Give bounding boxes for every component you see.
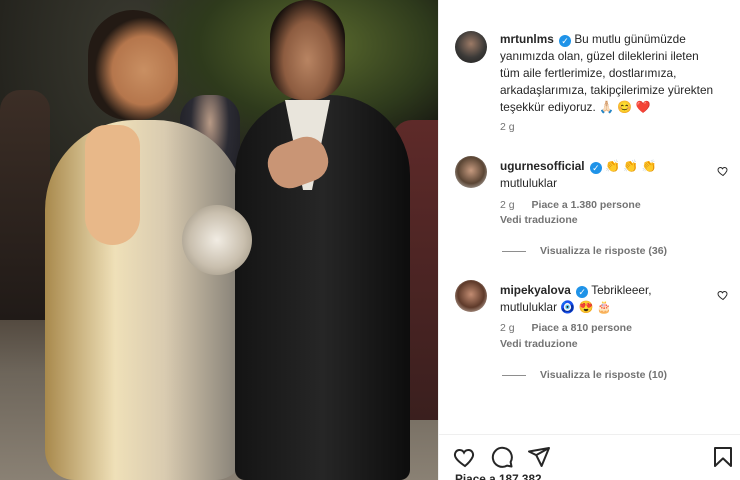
share-icon[interactable] (527, 445, 551, 469)
comment-avatar[interactable] (455, 156, 487, 188)
bride-head (88, 10, 178, 120)
view-replies-label: Visualizza le risposte (10) (540, 369, 668, 381)
comment-text: Tebrikleeer, (591, 283, 652, 297)
groom-head (270, 0, 345, 100)
post-time: 2 g (500, 121, 515, 133)
bouquet (182, 205, 252, 275)
verified-badge-icon: ✓ (559, 35, 572, 47)
comment-text-second: mutluluklar (500, 300, 558, 314)
view-replies-button[interactable]: Visualizza le risposte (10) (502, 369, 667, 381)
comment-time: 2 g (500, 199, 515, 211)
author-username[interactable]: mrtunlms (500, 32, 554, 46)
comment-2: mipekyalova ✓ Tebrikleeer, mutluluklar 🧿… (500, 282, 716, 316)
comment-text: mutluluklar (500, 176, 558, 190)
comment-meta: 2 g Piace a 810 persone (500, 322, 632, 334)
see-translation-link[interactable]: Vedi traduzione (500, 338, 578, 350)
comment-username[interactable]: mipekyalova (500, 283, 571, 297)
see-translation-link[interactable]: Vedi traduzione (500, 214, 578, 226)
comment-avatar[interactable] (455, 280, 487, 312)
comment-emojis: 🧿 😍 🎂 (560, 300, 612, 314)
comment-meta: 2 g Piace a 1.380 persone (500, 199, 641, 211)
comment-likes[interactable]: Piace a 1.380 persone (532, 199, 641, 211)
verified-badge-icon: ✓ (576, 286, 589, 298)
replies-divider (502, 250, 526, 252)
caption-emojis: 🙏🏻 😊 ❤️ (599, 100, 651, 114)
like-icon[interactable] (453, 445, 477, 469)
comment-emojis: 👏 👏 👏 (605, 159, 657, 173)
view-replies-label: Visualizza le risposte (36) (540, 245, 668, 257)
post-side-panel: mrtunlms ✓ Bu mutlu günümüzde yanımızda … (438, 0, 740, 480)
verified-badge-icon: ✓ (589, 162, 602, 174)
comment-likes[interactable]: Piace a 810 persone (532, 322, 632, 334)
comment-1: ugurnesofficial ✓ 👏 👏 👏 mutluluklar (500, 158, 716, 192)
replies-divider (502, 374, 526, 376)
author-avatar[interactable] (455, 31, 487, 63)
likes-count[interactable]: Piace a 187.382 (455, 472, 542, 480)
guest-photographer (0, 90, 50, 320)
comment-username[interactable]: ugurnesofficial (500, 159, 585, 173)
comment-time: 2 g (500, 322, 515, 334)
save-icon[interactable] (711, 445, 735, 469)
post-photo[interactable] (0, 0, 438, 480)
bride-dress (45, 120, 245, 480)
comment-like-icon[interactable] (717, 165, 729, 177)
bride-back (85, 125, 140, 245)
comment-like-icon[interactable] (717, 289, 729, 301)
post-caption: mrtunlms ✓ Bu mutlu günümüzde yanımızda … (500, 31, 716, 116)
comment-icon[interactable] (490, 445, 514, 469)
view-replies-button[interactable]: Visualizza le risposte (36) (502, 245, 667, 257)
